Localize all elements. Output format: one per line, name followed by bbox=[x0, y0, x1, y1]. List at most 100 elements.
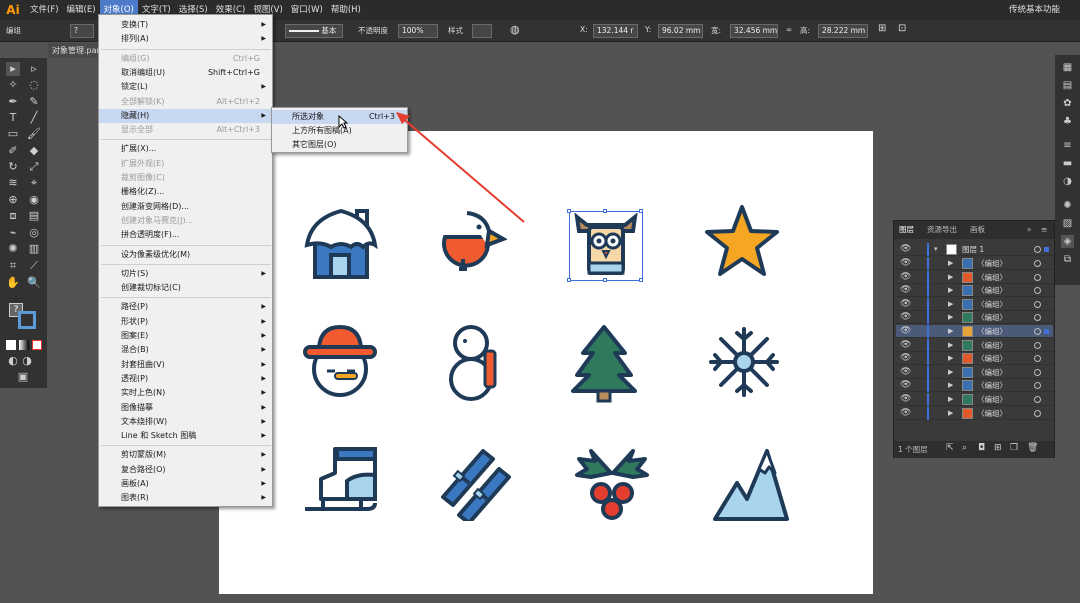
warp-tool-icon[interactable]: ≋ bbox=[6, 176, 20, 190]
hand-tool-icon[interactable]: ✋ bbox=[6, 276, 20, 290]
menu-0[interactable]: 文件(F) bbox=[26, 0, 63, 20]
collapse-arrow-icon[interactable]: ▾ bbox=[934, 244, 938, 255]
target-circle-icon[interactable] bbox=[1034, 341, 1041, 349]
snowman-icon[interactable] bbox=[443, 323, 505, 403]
layer-group-row[interactable]: 👁 ▶ 〈编组〉 bbox=[896, 297, 1053, 311]
layer-group-row[interactable]: 👁 ▶ 〈编组〉 bbox=[896, 325, 1053, 338]
mountains-icon[interactable] bbox=[711, 443, 791, 523]
expand-arrow-icon[interactable]: ▶ bbox=[948, 326, 953, 337]
zoom-tool-icon[interactable]: 🔍 bbox=[27, 276, 41, 290]
target-circle-icon[interactable] bbox=[1034, 368, 1041, 376]
new-layer-icon[interactable]: ❐ bbox=[1010, 443, 1018, 453]
visibility-eye-icon[interactable]: 👁 bbox=[900, 340, 911, 351]
expand-arrow-icon[interactable]: ▶ bbox=[948, 340, 953, 351]
object-menu-item[interactable]: 路径(P) ▶ bbox=[99, 300, 272, 314]
visibility-eye-icon[interactable]: 👁 bbox=[900, 353, 911, 364]
link-proportions-icon[interactable]: ∞ bbox=[786, 25, 792, 34]
width-input[interactable]: 32.456 mm bbox=[730, 24, 778, 38]
expand-arrow-icon[interactable]: ▶ bbox=[948, 285, 953, 296]
layer-group-row[interactable]: 👁 ▶ 〈编组〉 bbox=[896, 352, 1053, 366]
expand-arrow-icon[interactable]: ▶ bbox=[948, 272, 953, 283]
symbol-sprayer-icon[interactable]: ✺ bbox=[6, 242, 20, 256]
target-circle-icon[interactable] bbox=[1034, 260, 1041, 267]
opacity-input[interactable]: 100% bbox=[398, 24, 438, 38]
direct-selection-tool-icon[interactable]: ▹ bbox=[27, 62, 41, 76]
visibility-eye-icon[interactable]: 👁 bbox=[900, 394, 911, 405]
target-circle-icon[interactable] bbox=[1034, 300, 1041, 308]
panel-menu-icon[interactable]: ≡ bbox=[1041, 224, 1047, 236]
expand-arrow-icon[interactable]: ▶ bbox=[948, 367, 953, 378]
selection-handle[interactable] bbox=[603, 278, 607, 282]
object-menu-item[interactable]: Line 和 Sketch 图稿 ▶ bbox=[99, 429, 272, 443]
visibility-eye-icon[interactable]: 👁 bbox=[900, 326, 911, 337]
tab-artboards[interactable]: 画板 bbox=[970, 224, 985, 236]
object-menu-item[interactable]: 排列(A) ▶ bbox=[99, 32, 272, 46]
visibility-eye-icon[interactable]: 👁 bbox=[900, 244, 911, 255]
target-circle-icon[interactable] bbox=[1034, 246, 1041, 253]
tab-layers[interactable]: 图层 bbox=[899, 224, 914, 236]
type-tool-icon[interactable]: T bbox=[6, 111, 20, 125]
shaper-tool-icon[interactable]: ✐ bbox=[6, 144, 20, 158]
layer-group-row[interactable]: 👁 ▶ 〈编组〉 bbox=[896, 406, 1053, 420]
visibility-eye-icon[interactable]: 👁 bbox=[900, 367, 911, 378]
trash-icon[interactable]: 🗑 bbox=[1027, 443, 1038, 453]
hide-submenu-item[interactable]: 其它图层(O) bbox=[272, 138, 407, 152]
object-menu-item[interactable]: 混合(B) ▶ bbox=[99, 343, 272, 357]
visibility-eye-icon[interactable]: 👁 bbox=[900, 380, 911, 391]
ice-skate-icon[interactable] bbox=[301, 443, 379, 521]
snowy-house-icon[interactable] bbox=[301, 205, 381, 281]
object-menu-item[interactable]: 扩展外观(E) bbox=[99, 157, 272, 171]
appearance-icon[interactable]: ✺ bbox=[1061, 199, 1074, 212]
layer-row-top[interactable]: 👁 ▾ 图层 1 bbox=[896, 243, 1053, 256]
owl-icon[interactable] bbox=[571, 213, 641, 279]
gradient-panel-icon[interactable]: ▬ bbox=[1061, 157, 1074, 170]
object-menu-item[interactable]: 图像描摹 ▶ bbox=[99, 401, 272, 415]
tab-asset-export[interactable]: 资源导出 bbox=[927, 224, 957, 236]
rotate-tool-icon[interactable]: ↻ bbox=[6, 160, 20, 174]
expand-arrow-icon[interactable]: ▶ bbox=[948, 258, 953, 269]
selection-tool-icon[interactable]: ▸ bbox=[6, 62, 20, 76]
transform-icon[interactable]: ⊞ bbox=[878, 23, 886, 34]
target-circle-icon[interactable] bbox=[1034, 355, 1041, 363]
export-icon[interactable]: ⇱ bbox=[946, 443, 954, 453]
opacity-label[interactable]: 不透明度 bbox=[358, 25, 388, 36]
snowman-face-icon[interactable] bbox=[301, 323, 379, 401]
gradient-mode-icon[interactable] bbox=[19, 340, 29, 350]
layer-group-row[interactable]: 👁 ▶ 〈编组〉 bbox=[896, 365, 1053, 379]
globe-icon[interactable]: ◍ bbox=[510, 23, 520, 36]
star-icon[interactable] bbox=[703, 203, 781, 279]
panel-collapse-icon[interactable]: » bbox=[1027, 224, 1032, 236]
layer-group-row[interactable]: 👁 ▶ 〈编组〉 bbox=[896, 393, 1053, 406]
target-circle-icon[interactable] bbox=[1034, 287, 1041, 295]
color-mode-icon[interactable] bbox=[6, 340, 16, 350]
color-guide-icon[interactable]: ▤ bbox=[1061, 79, 1074, 92]
layer-group-row[interactable]: 👁 ▶ 〈编组〉 bbox=[896, 284, 1053, 298]
graph-tool-icon[interactable]: ▥ bbox=[27, 242, 41, 256]
align-icon[interactable]: ⊡ bbox=[898, 23, 906, 34]
locate-object-icon[interactable]: ⌕ bbox=[962, 443, 967, 453]
target-circle-icon[interactable] bbox=[1034, 273, 1041, 281]
object-menu-item[interactable]: 画板(A) ▶ bbox=[99, 477, 272, 491]
stroke-panel-icon[interactable]: ≡ bbox=[1061, 139, 1074, 152]
object-menu-item[interactable]: 取消编组(U) Shift+Ctrl+G bbox=[99, 66, 272, 80]
stroke-color-icon[interactable] bbox=[18, 311, 36, 329]
layer-group-row[interactable]: 👁 ▶ 〈编组〉 bbox=[896, 338, 1053, 352]
slice-tool-icon[interactable]: ⟋ bbox=[27, 259, 41, 273]
perspective-grid-icon[interactable]: ⧈ bbox=[6, 209, 20, 223]
target-circle-icon[interactable] bbox=[1034, 382, 1041, 390]
visibility-eye-icon[interactable]: 👁 bbox=[900, 258, 911, 269]
new-sublayer-icon[interactable]: ⊞ bbox=[994, 443, 1002, 453]
object-menu-item[interactable]: 创建裁切标记(C) bbox=[99, 281, 272, 295]
screen-mode-icon[interactable]: ▣ bbox=[16, 370, 30, 384]
pine-tree-icon[interactable] bbox=[569, 323, 639, 403]
object-menu-item[interactable]: 栅格化(Z)... bbox=[99, 185, 272, 199]
selection-handle[interactable] bbox=[603, 209, 607, 213]
selection-handle[interactable] bbox=[567, 209, 571, 213]
object-menu-item[interactable]: 创建对象马赛克(J)... bbox=[99, 214, 272, 228]
object-menu-item[interactable]: 扩展(X)... bbox=[99, 142, 272, 156]
object-menu-item[interactable]: 创建渐变网格(D)... bbox=[99, 200, 272, 214]
object-menu-item[interactable]: 实时上色(N) ▶ bbox=[99, 386, 272, 400]
object-menu-item[interactable]: 变换(T) ▶ bbox=[99, 18, 272, 32]
object-menu-item[interactable]: 全部解锁(K) Alt+Ctrl+2 bbox=[99, 95, 272, 109]
x-position-input[interactable]: 132.144 r bbox=[593, 24, 638, 38]
